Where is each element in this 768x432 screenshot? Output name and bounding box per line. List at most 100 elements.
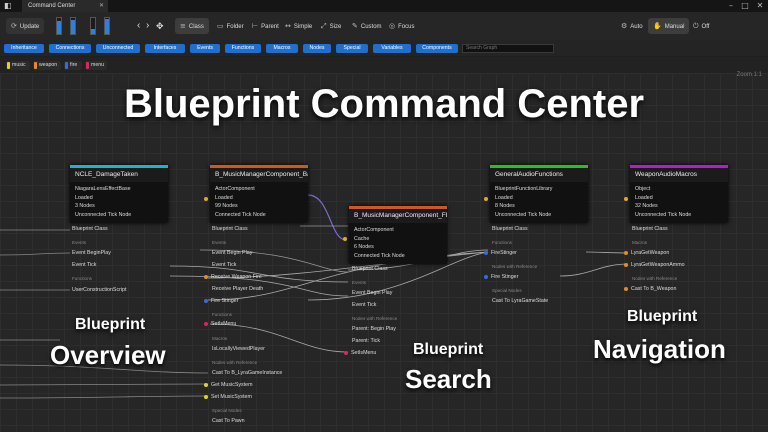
col4-function-1[interactable]: FireStinger bbox=[484, 250, 517, 256]
col4-special-1[interactable]: Cast To LyraGameState bbox=[492, 298, 548, 304]
node-1-line-3: 3 Nodes bbox=[75, 203, 95, 209]
music-tag-dot bbox=[204, 382, 208, 387]
col2-event-3[interactable]: Receive Weapon Fire bbox=[204, 274, 262, 280]
node-4-line-4: Unconnected Tick Node bbox=[495, 211, 552, 218]
node-1-line-1: NiagaraLensEffectBase bbox=[75, 186, 131, 192]
col5-macro-2[interactable]: LyraGetWeaponAmmo bbox=[624, 262, 685, 268]
col2-functions-header: Functions bbox=[212, 312, 232, 317]
col1-event-1[interactable]: Event BeginPlay bbox=[72, 250, 111, 256]
col5-macros-header: Macros bbox=[632, 240, 648, 245]
node-4-title: GeneralAudioFunctions bbox=[490, 165, 588, 182]
col2-event-5-label: Fire Stinger bbox=[211, 298, 239, 304]
node-5-line-1: Object bbox=[635, 186, 651, 192]
weapon-tag-dot bbox=[204, 274, 208, 279]
node-3-line-3: 6 Nodes bbox=[354, 244, 374, 250]
node-weapon-audio-macros[interactable]: WeaponAudioMacros Object Loaded 32 Nodes… bbox=[630, 165, 728, 223]
caption-navigation-line2: Navigation bbox=[593, 334, 726, 364]
music-tag-dot bbox=[204, 394, 208, 399]
node-3-input-pin[interactable] bbox=[343, 237, 347, 241]
col3-event-1[interactable]: Event Begin Play bbox=[352, 290, 392, 296]
weapon-tag-dot bbox=[624, 262, 628, 267]
col1-event-2[interactable]: Event Tick bbox=[72, 262, 96, 268]
node-music-manager-fe[interactable]: B_MusicManagerComponent_FE ActorComponen… bbox=[349, 206, 447, 264]
node-5-line-2: Loaded bbox=[635, 194, 653, 201]
col4-refs-header: Nodes with Reference bbox=[492, 264, 538, 269]
headline: Blueprint Command Center bbox=[123, 82, 645, 126]
caption-search-line1: Blueprint bbox=[413, 341, 484, 358]
col3-class[interactable]: Blueprint Class bbox=[352, 266, 388, 272]
col5-macro-1[interactable]: LyraGetWeapon bbox=[624, 250, 669, 256]
col2-macro-1[interactable]: IsLocallyViewedPlayer bbox=[212, 346, 265, 352]
col5-refs-header: Nodes with Reference bbox=[632, 276, 678, 281]
caption-navigation-line1: Blueprint bbox=[627, 308, 698, 325]
col3-events-header: Events bbox=[352, 280, 367, 285]
col3-ref-2[interactable]: Parent: Tick bbox=[352, 338, 380, 344]
caption-search-line2: Search bbox=[405, 364, 492, 394]
node-2-input-pin[interactable] bbox=[204, 197, 208, 201]
node-general-audio-functions[interactable]: GeneralAudioFunctions BlueprintFunctionL… bbox=[490, 165, 588, 223]
node-1-line-4: Unconnected Tick Node bbox=[75, 211, 132, 218]
node-2-line-1: ActorComponent bbox=[215, 186, 255, 192]
col1-functions-header: Functions bbox=[72, 276, 92, 281]
menu-tag-dot bbox=[344, 350, 348, 355]
col3-refs-header: Nodes with Reference bbox=[352, 316, 398, 321]
col5-class[interactable]: Blueprint Class bbox=[632, 226, 668, 232]
col5-ref-1-label: Cast To B_Weapon bbox=[631, 286, 677, 292]
col4-special-header: Special Nodes bbox=[492, 288, 522, 293]
col4-function-1-label: FireStinger bbox=[491, 250, 517, 256]
col2-function-1[interactable]: SetIsMenu bbox=[204, 321, 236, 327]
col2-event-4[interactable]: Receive Player Death bbox=[212, 286, 263, 292]
col2-special-header: Special Nodes bbox=[212, 408, 242, 413]
menu-tag-dot bbox=[204, 321, 208, 326]
col2-event-5[interactable]: Fire Stinger bbox=[204, 298, 238, 304]
col5-macro-2-label: LyraGetWeaponAmmo bbox=[631, 262, 685, 268]
node-2-line-4: Connected Tick Node bbox=[215, 211, 266, 218]
col4-functions-header: Functions bbox=[492, 240, 512, 245]
node-1-title: NCLE_DamageTaken bbox=[70, 165, 168, 182]
col2-event-2[interactable]: Event Tick bbox=[212, 262, 236, 268]
col1-events-header: Events bbox=[72, 240, 87, 245]
col3-ref-1[interactable]: Parent: Begin Play bbox=[352, 326, 396, 332]
weapon-tag-dot bbox=[624, 286, 628, 291]
col2-ref-2-label: Get MusicSystem bbox=[211, 382, 253, 388]
caption-overview-line1: Blueprint bbox=[75, 316, 146, 333]
col2-function-1-label: SetIsMenu bbox=[211, 321, 237, 327]
node-2-line-3: 99 Nodes bbox=[215, 203, 238, 209]
col2-event-1[interactable]: Event Begin Play bbox=[212, 250, 252, 256]
col2-ref-1[interactable]: Cast To B_LyraGameInstance bbox=[212, 370, 282, 376]
col1-function-1[interactable]: UserConstructionScript bbox=[72, 287, 126, 293]
node-1-line-2: Loaded bbox=[75, 194, 93, 201]
node-5-title: WeaponAudioMacros bbox=[630, 165, 728, 182]
col4-ref-1[interactable]: Fire Stinger bbox=[484, 274, 518, 280]
caption-overview-line2: Overview bbox=[50, 340, 166, 370]
col3-ref-3-label: SetIsMenu bbox=[351, 350, 377, 356]
col3-event-2[interactable]: Event Tick bbox=[352, 302, 376, 308]
node-4-input-pin[interactable] bbox=[484, 197, 488, 201]
col2-ref-3[interactable]: Set MusicSystem bbox=[204, 394, 252, 400]
node-music-manager-ba[interactable]: B_MusicManagerComponent_Ba ActorComponen… bbox=[210, 165, 308, 223]
node-5-line-4: Unconnected Tick Node bbox=[635, 211, 692, 218]
col2-event-3-label: Receive Weapon Fire bbox=[211, 274, 262, 280]
col2-special-1[interactable]: Cast To Pawn bbox=[212, 418, 245, 424]
col2-ref-2[interactable]: Get MusicSystem bbox=[204, 382, 253, 388]
fire-tag-dot bbox=[484, 250, 488, 255]
col3-ref-3[interactable]: SetIsMenu bbox=[344, 350, 376, 356]
fire-tag-dot bbox=[484, 274, 488, 279]
col2-ref-3-label: Set MusicSystem bbox=[211, 394, 252, 400]
col1-class[interactable]: Blueprint Class bbox=[72, 226, 108, 232]
col2-macros-header: Macros bbox=[212, 336, 228, 341]
node-2-line-2: Loaded bbox=[215, 194, 233, 201]
col2-class[interactable]: Blueprint Class bbox=[212, 226, 248, 232]
node-ncle-damage-taken[interactable]: NCLE_DamageTaken NiagaraLensEffectBase L… bbox=[70, 165, 168, 223]
wire-ba-to-fe bbox=[307, 194, 347, 241]
node-4-line-3: 8 Nodes bbox=[495, 203, 515, 209]
col4-class[interactable]: Blueprint Class bbox=[492, 226, 528, 232]
node-2-title: B_MusicManagerComponent_Ba bbox=[210, 165, 308, 182]
weapon-tag-dot bbox=[624, 250, 628, 255]
col2-refs-header: Nodes with Reference bbox=[212, 360, 258, 365]
node-5-input-pin[interactable] bbox=[624, 197, 628, 201]
col5-ref-1[interactable]: Cast To B_Weapon bbox=[624, 286, 676, 292]
node-3-line-1: ActorComponent bbox=[354, 227, 394, 233]
col2-events-header: Events bbox=[212, 240, 227, 245]
col4-ref-1-label: Fire Stinger bbox=[491, 274, 519, 280]
